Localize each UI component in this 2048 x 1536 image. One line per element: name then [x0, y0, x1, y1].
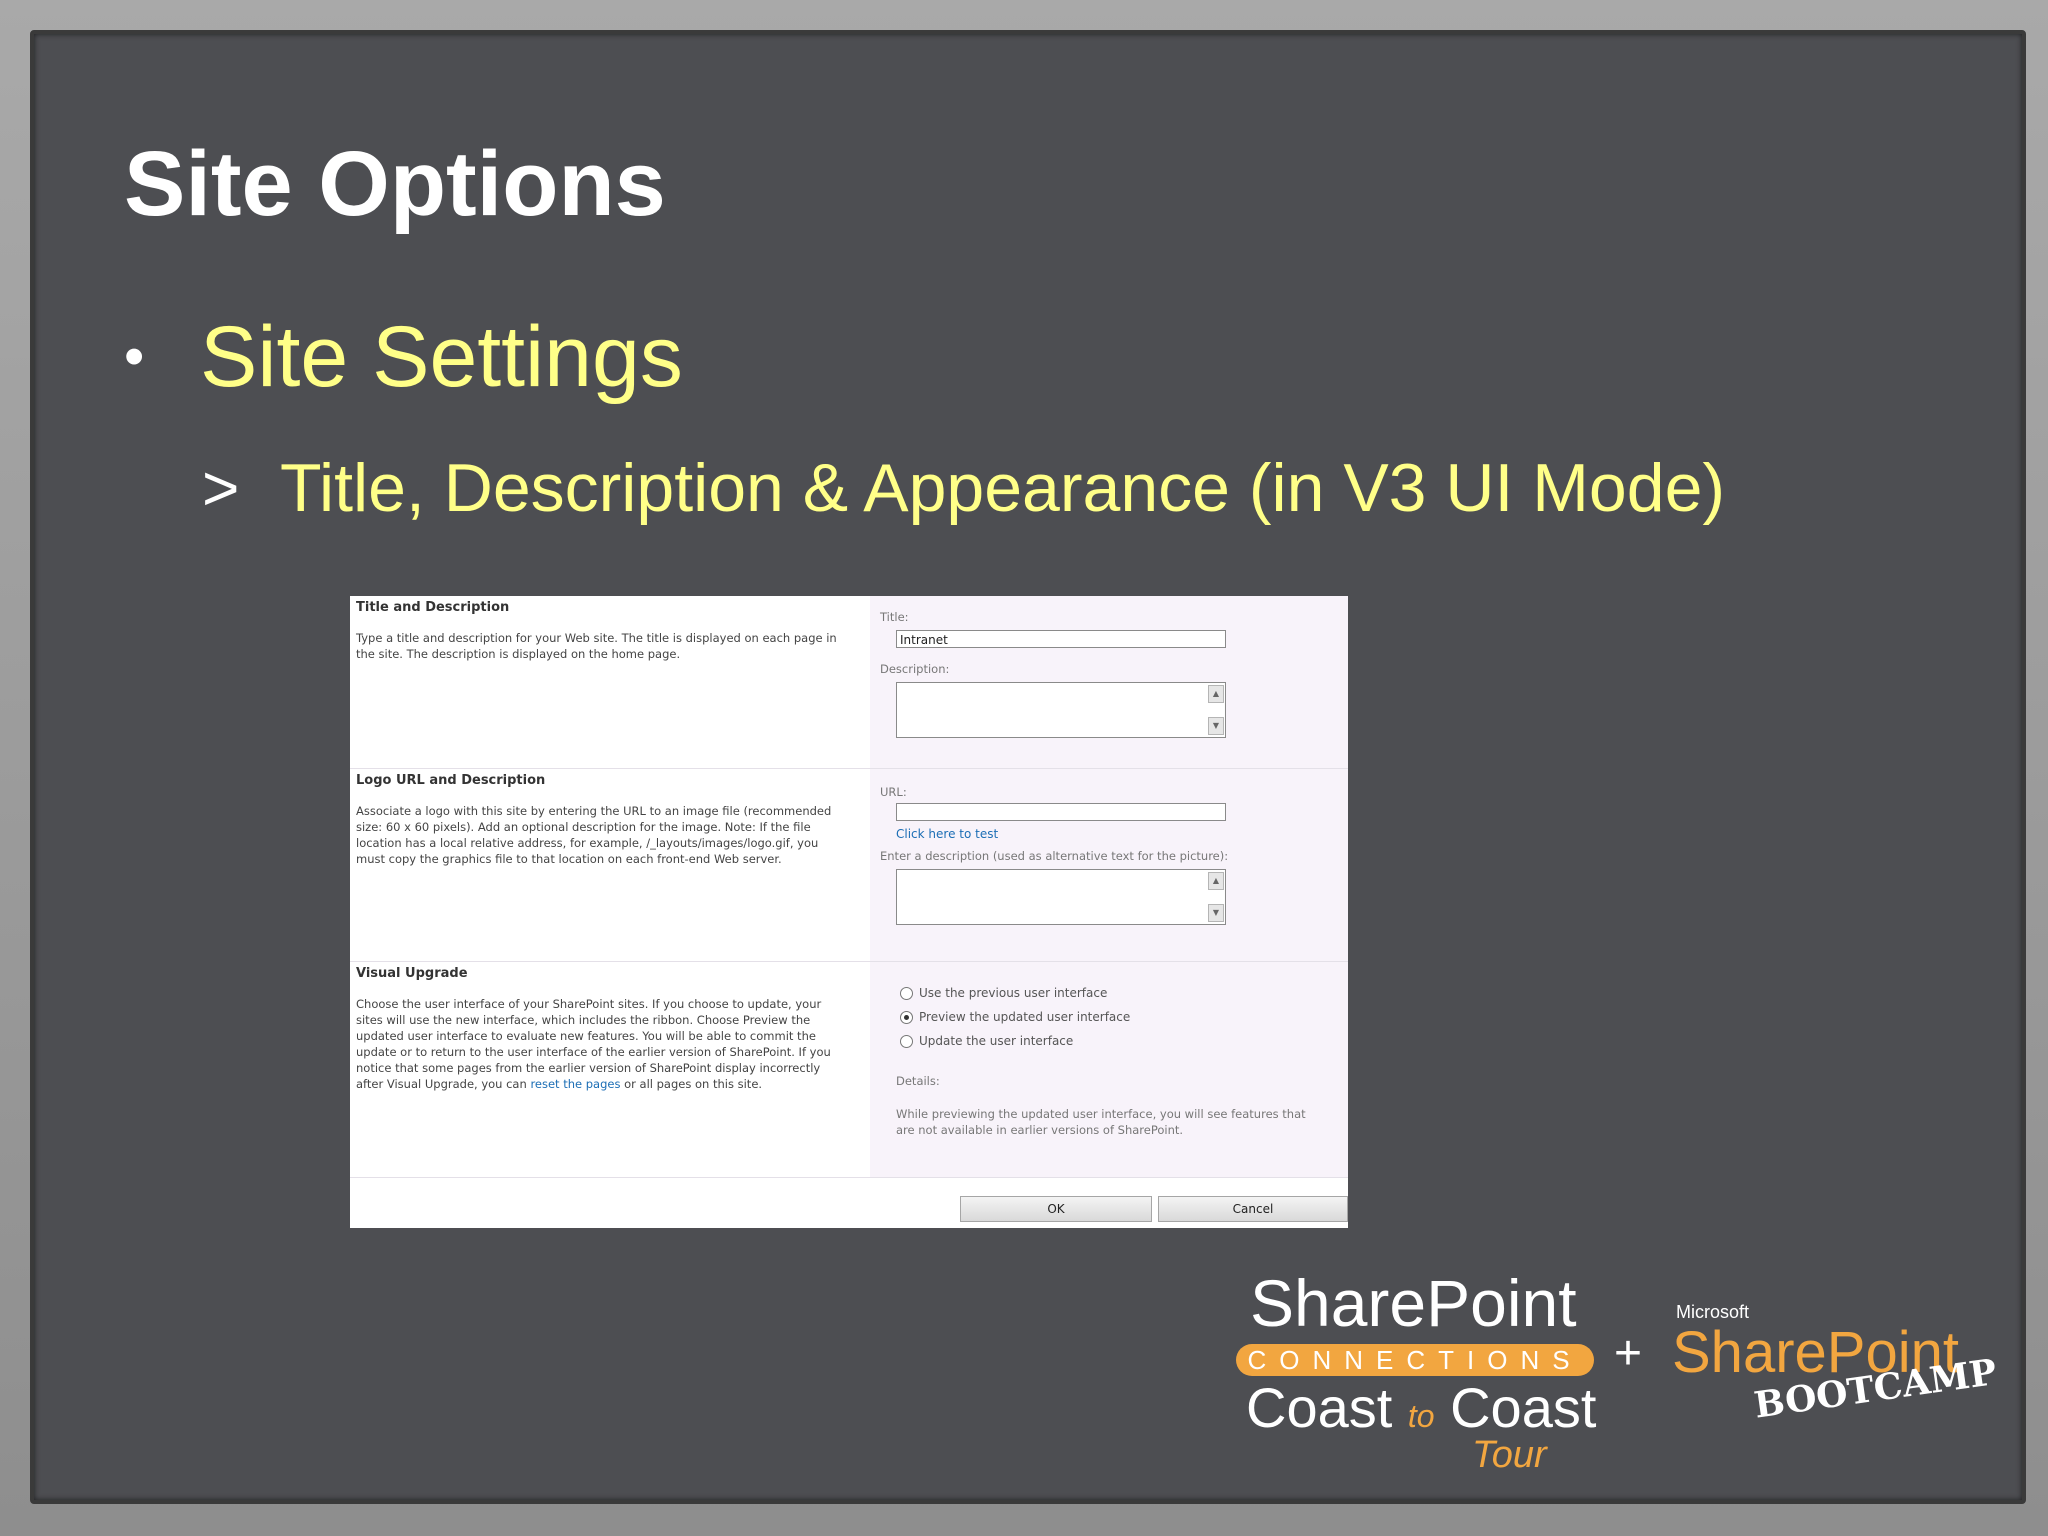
details-text: While previewing the updated user interf…	[896, 1107, 1306, 1137]
form-footer: OK Cancel	[350, 1178, 1348, 1228]
section-heading: Visual Upgrade	[356, 966, 468, 981]
section-description: Associate a logo with this site by enter…	[356, 804, 832, 866]
section-info: Visual Upgrade Choose the user interface…	[350, 962, 870, 1177]
sub-bullet: > Title, Description & Appearance (in V3…	[202, 454, 1725, 522]
bullet-dot-icon: •	[124, 324, 145, 389]
section-heading: Logo URL and Description	[356, 773, 546, 788]
scroll-down-icon[interactable]: ▼	[1208, 717, 1224, 735]
title-description-section: Title and Description Type a title and d…	[350, 596, 1348, 769]
section-heading: Title and Description	[356, 600, 510, 615]
slide-title: Site Options	[124, 133, 666, 235]
section-fields: Use the previous user interface Preview …	[870, 962, 1348, 1177]
test-link[interactable]: Click here to test	[896, 827, 998, 841]
details-label: Details:	[896, 1074, 940, 1088]
sharepoint-connections-logo: SharePoint CONNECTIONS Coast to Coast To…	[1236, 1266, 1596, 1474]
plus-sign: +	[1614, 1327, 1643, 1380]
description-textarea[interactable]: ▲ ▼	[896, 682, 1226, 738]
logo-coast-left: Coast	[1246, 1376, 1393, 1439]
radio-previous-ui[interactable]: Use the previous user interface	[900, 986, 1107, 1000]
bullet-site-settings: • Site Settings	[124, 314, 683, 400]
radio-label: Update the user interface	[919, 1034, 1074, 1048]
radio-preview-ui[interactable]: Preview the updated user interface	[900, 1010, 1130, 1024]
logo-tour-text: Tour	[1472, 1434, 1547, 1476]
title-label: Title:	[880, 610, 909, 624]
radio-update-ui[interactable]: Update the user interface	[900, 1034, 1073, 1048]
description-text: or all pages on this site.	[620, 1077, 763, 1091]
section-info: Logo URL and Description Associate a log…	[350, 769, 870, 961]
logo-coast-right: Coast	[1450, 1376, 1597, 1439]
scroll-down-icon[interactable]: ▼	[1208, 904, 1224, 922]
logo-sharepoint-text: SharePoint	[1250, 1266, 1577, 1340]
radio-selected-icon[interactable]	[900, 1010, 913, 1024]
sharepoint-bootcamp-logo: Microsoft SharePoint BOOTCAMP	[1672, 1302, 1999, 1442]
title-input[interactable]: Intranet	[896, 630, 1226, 648]
embedded-screenshot: Title and Description Type a title and d…	[350, 596, 1348, 1228]
bullet-text: Site Settings	[200, 309, 683, 405]
alt-text-textarea[interactable]: ▲ ▼	[896, 869, 1226, 925]
ok-button[interactable]: OK	[960, 1196, 1152, 1222]
section-description: Type a title and description for your We…	[356, 631, 837, 661]
reset-pages-link[interactable]: reset the pages	[530, 1077, 620, 1091]
sub-bullet-marker: >	[202, 452, 240, 524]
section-description: Choose the user interface of your ShareP…	[356, 996, 846, 1092]
radio-label: Preview the updated user interface	[919, 1010, 1131, 1024]
section-fields: Title: Intranet Description: ▲ ▼	[870, 596, 1348, 768]
scroll-up-icon[interactable]: ▲	[1208, 872, 1224, 890]
logo-coast-to: to	[1407, 1398, 1435, 1434]
radio-label: Use the previous user interface	[919, 986, 1108, 1000]
sub-bullet-text: Title, Description & Appearance (in V3 U…	[280, 450, 1726, 526]
visual-upgrade-section: Visual Upgrade Choose the user interface…	[350, 962, 1348, 1178]
logo-section: Logo URL and Description Associate a log…	[350, 769, 1348, 962]
radio-icon[interactable]	[900, 986, 913, 1000]
section-info: Title and Description Type a title and d…	[350, 596, 870, 768]
alt-text-label: Enter a description (used as alternative…	[880, 849, 1229, 863]
logo-coast-to-coast: Coast to Coast	[1246, 1380, 1596, 1436]
url-input[interactable]	[896, 803, 1226, 821]
description-label: Description:	[880, 662, 950, 676]
logo-connections-band: CONNECTIONS	[1236, 1344, 1594, 1376]
url-label: URL:	[880, 785, 907, 799]
cancel-button[interactable]: Cancel	[1158, 1196, 1348, 1222]
radio-icon[interactable]	[900, 1034, 913, 1048]
scroll-up-icon[interactable]: ▲	[1208, 685, 1224, 703]
section-fields: URL: Click here to test Enter a descript…	[870, 769, 1348, 961]
